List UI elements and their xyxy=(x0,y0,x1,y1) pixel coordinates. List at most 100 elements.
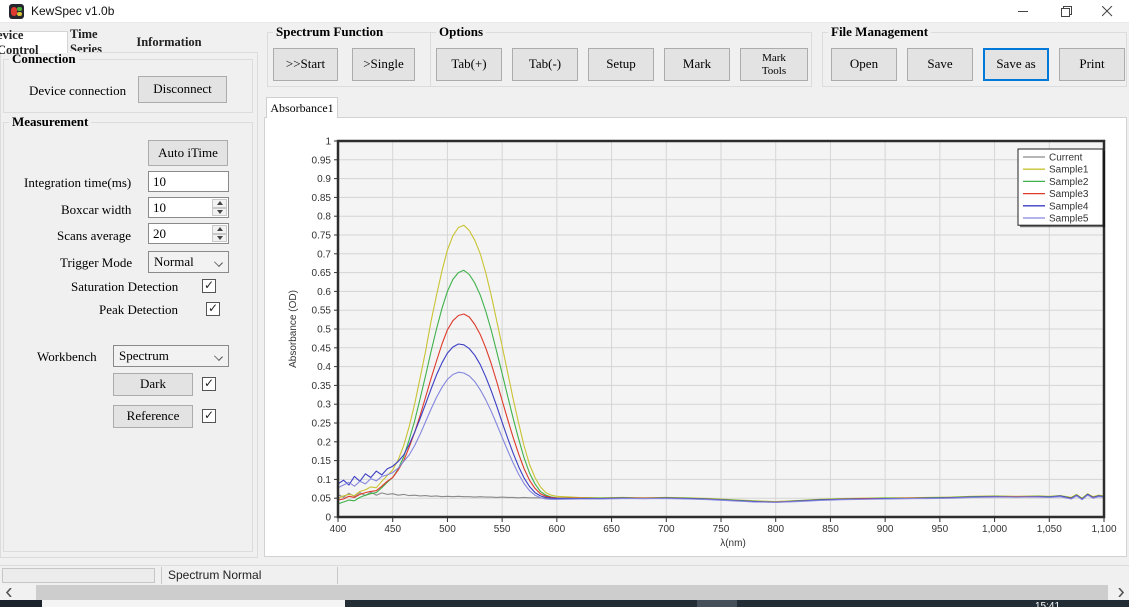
workbench-select[interactable]: Spectrum xyxy=(113,345,229,367)
peak-detection-checkbox[interactable] xyxy=(206,302,220,316)
scans-up-icon[interactable] xyxy=(212,225,227,234)
app-icon-yellow xyxy=(17,12,22,16)
spectrum-chart-panel: 4004505005506006507007508008509009501,00… xyxy=(264,117,1127,557)
reference-checkbox[interactable] xyxy=(202,409,216,423)
integration-time-label: Integration time(ms) xyxy=(24,175,131,191)
spectrum-function-title: Spectrum Function xyxy=(273,24,386,40)
svg-text:450: 450 xyxy=(384,524,401,535)
svg-text:1,050: 1,050 xyxy=(1037,524,1062,535)
trigger-mode-value: Normal xyxy=(154,254,194,270)
save-as-button[interactable]: Save as xyxy=(983,48,1049,81)
tab-device-control[interactable]: evice Control xyxy=(0,31,68,53)
svg-text:0.25: 0.25 xyxy=(312,419,332,430)
integration-time-input[interactable] xyxy=(148,171,229,192)
svg-text:0.8: 0.8 xyxy=(317,212,331,223)
scans-average-stepper[interactable]: 20 xyxy=(148,223,229,244)
tab-absorbance1-label: Absorbance1 xyxy=(270,101,333,116)
workbench-label: Workbench xyxy=(37,349,97,365)
measurement-group-title: Measurement xyxy=(9,114,91,130)
tab-time-series[interactable]: Time Series xyxy=(70,31,132,53)
svg-text:Sample5: Sample5 xyxy=(1049,214,1089,225)
boxcar-width-stepper[interactable]: 10 xyxy=(148,197,229,218)
taskbar-search-box[interactable] xyxy=(42,600,345,607)
open-button[interactable]: Open xyxy=(831,48,897,81)
tab-absorbance1[interactable]: Absorbance1 xyxy=(266,97,338,118)
status-bar: Spectrum Normal xyxy=(0,565,1129,585)
svg-text:Absorbance (OD): Absorbance (OD) xyxy=(288,290,299,368)
dark-button[interactable]: Dark xyxy=(113,373,193,396)
svg-text:1: 1 xyxy=(325,137,331,148)
svg-text:0.15: 0.15 xyxy=(312,456,332,467)
single-button[interactable]: >Single xyxy=(352,48,415,81)
status-text: Spectrum Normal xyxy=(168,568,261,582)
minimize-button[interactable] xyxy=(1006,0,1040,23)
title-bar: KewSpec v1.0b xyxy=(0,0,1129,23)
status-separator xyxy=(161,567,162,584)
svg-text:0.65: 0.65 xyxy=(312,268,332,279)
svg-text:400: 400 xyxy=(330,524,347,535)
workbench-value: Spectrum xyxy=(119,348,169,364)
horizontal-scrollbar[interactable] xyxy=(0,585,1129,600)
file-management-title: File Management xyxy=(828,24,931,40)
tab-information[interactable]: Information xyxy=(134,31,204,53)
disconnect-button[interactable]: Disconnect xyxy=(138,76,227,103)
boxcar-down-icon[interactable] xyxy=(212,208,227,217)
svg-text:λ(nm): λ(nm) xyxy=(720,538,746,549)
svg-text:1,000: 1,000 xyxy=(982,524,1007,535)
scroll-right-icon[interactable] xyxy=(1112,585,1129,600)
svg-text:850: 850 xyxy=(822,524,839,535)
app-icon xyxy=(9,4,24,19)
scans-down-icon[interactable] xyxy=(212,234,227,243)
svg-text:0.95: 0.95 xyxy=(312,155,332,166)
restore-icon[interactable] xyxy=(1049,0,1083,23)
tab-information-label: Information xyxy=(136,35,201,50)
scans-average-value: 20 xyxy=(153,226,166,242)
svg-text:0.3: 0.3 xyxy=(317,400,331,411)
peak-detection-label: Peak Detection xyxy=(99,302,178,318)
reference-button[interactable]: Reference xyxy=(113,405,193,428)
boxcar-width-value: 10 xyxy=(153,200,166,216)
saturation-detection-checkbox[interactable] xyxy=(202,279,216,293)
svg-text:0.75: 0.75 xyxy=(312,231,332,242)
dark-checkbox[interactable] xyxy=(202,377,216,391)
chevron-down-icon xyxy=(214,258,223,267)
boxcar-up-icon[interactable] xyxy=(212,199,227,208)
tab-device-control-label: evice Control xyxy=(0,28,67,58)
svg-text:0.2: 0.2 xyxy=(317,437,331,448)
svg-text:Sample1: Sample1 xyxy=(1049,165,1089,176)
start-button[interactable] xyxy=(0,600,42,607)
options-group: Options Tab(+) Tab(-) Setup Mark Mark To… xyxy=(430,32,812,87)
scrollbar-thumb[interactable] xyxy=(36,585,1108,600)
svg-text:0.35: 0.35 xyxy=(312,381,332,392)
svg-text:0.85: 0.85 xyxy=(312,193,332,204)
saturation-detection-label: Saturation Detection xyxy=(71,279,178,295)
auto-itime-button[interactable]: Auto iTime xyxy=(148,140,228,166)
tab-minus-button[interactable]: Tab(-) xyxy=(512,48,578,81)
svg-text:Current: Current xyxy=(1049,153,1083,164)
start-button[interactable]: >>Start xyxy=(273,48,338,81)
trigger-mode-select[interactable]: Normal xyxy=(148,251,229,273)
svg-text:0: 0 xyxy=(325,513,331,524)
svg-text:0.45: 0.45 xyxy=(312,343,332,354)
close-icon[interactable] xyxy=(1090,0,1124,23)
svg-text:500: 500 xyxy=(439,524,456,535)
window-title: KewSpec v1.0b xyxy=(31,4,114,18)
save-button[interactable]: Save xyxy=(907,48,973,81)
mark-tools-button[interactable]: Mark Tools xyxy=(740,48,808,81)
svg-text:0.05: 0.05 xyxy=(312,494,332,505)
taskbar-clock[interactable]: 15:41 xyxy=(1035,601,1060,607)
svg-text:550: 550 xyxy=(494,524,511,535)
svg-text:0.9: 0.9 xyxy=(317,174,331,185)
progress-box xyxy=(2,568,155,583)
print-button[interactable]: Print xyxy=(1059,48,1125,81)
svg-text:Sample3: Sample3 xyxy=(1049,189,1089,200)
taskbar-app-tile[interactable] xyxy=(697,600,737,607)
mark-button[interactable]: Mark xyxy=(664,48,730,81)
svg-text:600: 600 xyxy=(549,524,566,535)
measurement-group: Measurement Auto iTime Integration time(… xyxy=(3,122,253,552)
tab-plus-button[interactable]: Tab(+) xyxy=(436,48,502,81)
svg-text:0.4: 0.4 xyxy=(317,362,331,373)
setup-button[interactable]: Setup xyxy=(588,48,654,81)
trigger-mode-label: Trigger Mode xyxy=(60,255,132,271)
scroll-left-icon[interactable] xyxy=(0,585,17,600)
